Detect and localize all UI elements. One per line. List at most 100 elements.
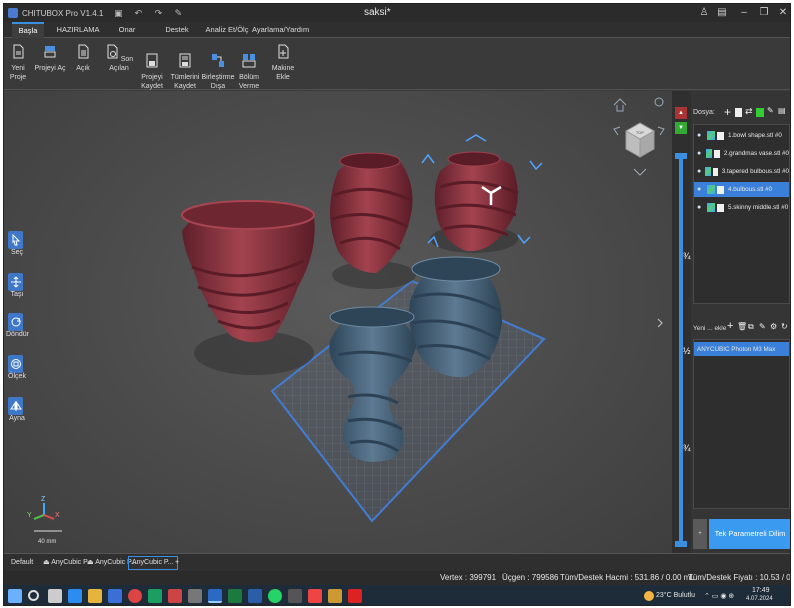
settings-printer-icon[interactable]: ⚙ — [770, 322, 777, 331]
file-item[interactable]: ● 5.skinny middle.stl #0 — [694, 200, 789, 215]
tray-icons[interactable]: ⌃ ▭ ◉ ⊕ — [704, 592, 734, 600]
tab-analiz[interactable]: Analiz Et/Ölç — [204, 22, 250, 38]
save-project-button[interactable]: Projeyi Kaydet — [138, 44, 166, 91]
slider-top-handle[interactable] — [675, 153, 687, 159]
split-icon — [242, 54, 256, 68]
file-item[interactable]: ● 2.grandmas vase.stl #0 — [694, 146, 789, 161]
add-machine-button[interactable]: Makine Ekle — [266, 44, 300, 82]
color-swatch — [717, 203, 724, 212]
bowl-shape-model[interactable] — [181, 200, 315, 343]
refresh-icon[interactable]: ↻ — [781, 322, 788, 331]
swap-icon[interactable]: ⇄ — [745, 106, 753, 117]
recent-button[interactable]: Son Açılan — [102, 44, 136, 73]
bulbous-model[interactable] — [409, 256, 502, 378]
chitubox-taskbar-icon[interactable] — [208, 589, 222, 603]
close-icon[interactable]: ✕ — [776, 6, 790, 20]
list-icon[interactable]: ▤ — [778, 106, 786, 115]
maximize-icon[interactable]: ❐ — [757, 6, 771, 20]
tab-destek[interactable]: Destek — [160, 22, 194, 38]
3d-viewport[interactable]: TOP Z X Y 40 mm Seç Taşı Döndür Ölçek Ay… — [4, 91, 672, 553]
add-file-icon[interactable]: + — [724, 105, 731, 119]
user-icon[interactable]: ♙ — [697, 6, 711, 20]
rotate-view-left-icon[interactable] — [613, 126, 621, 136]
rotate-tool[interactable]: Döndür — [6, 313, 29, 338]
move-tool[interactable]: Taşı — [6, 273, 28, 298]
edit-printer-icon[interactable]: ✎ — [759, 322, 766, 331]
redo-icon[interactable]: ↷ — [153, 8, 163, 18]
doc-tab-anycubic-3[interactable]: AnyCubic P... — [128, 556, 178, 570]
visibility-icon[interactable]: ● — [697, 168, 702, 175]
rotate-view-right-icon[interactable] — [657, 126, 665, 136]
delete-printer-icon[interactable]: 🗑 — [737, 322, 747, 331]
title-bar: CHITUBOX Pro V1.4.1 ▣ ↶ ↷ ✎ saksi* ♙ ▤ –… — [4, 4, 790, 22]
minimize-icon[interactable]: – — [737, 6, 751, 20]
layer-up-button[interactable]: ▲ — [675, 107, 687, 119]
layer-slider[interactable]: ▲ ▼ ¾ ½ ¾ — [672, 91, 691, 553]
grandmas-vase-model[interactable] — [330, 152, 413, 273]
open-button[interactable]: Açık — [70, 44, 96, 73]
add-printer-icon[interactable]: + — [727, 320, 733, 332]
visibility-icon[interactable]: ● — [697, 186, 704, 193]
file-item[interactable]: ● 1.bowl shape.stl #0 — [694, 128, 789, 143]
add-tab-icon[interactable]: + — [172, 556, 182, 570]
weather-text[interactable]: 23°C Bulutlu — [656, 592, 695, 599]
file-item[interactable]: ● 3.tapered bulbous.stl #0 — [694, 164, 789, 179]
tab-basla[interactable]: Başla — [12, 22, 44, 38]
ribbon-label: Tümlerini Kaydet — [170, 74, 200, 90]
axis-y-label: Y — [27, 512, 32, 519]
split-button[interactable]: Bölüm Verme — [236, 44, 262, 91]
select-tool[interactable]: Seç — [6, 231, 28, 256]
blank-file-icon[interactable] — [735, 108, 742, 117]
excel-icon[interactable] — [228, 589, 242, 603]
eye-view-icon[interactable] — [654, 97, 664, 107]
scale-tool[interactable]: Ölçek — [6, 355, 28, 380]
clock-time[interactable]: 17:49 — [752, 587, 770, 594]
view-cube[interactable]: TOP — [624, 122, 656, 158]
slice-button[interactable]: Tek Parametreli Dilim — [709, 519, 790, 549]
new-project-button[interactable]: Yeni Proje — [4, 44, 32, 82]
mirror-tool[interactable]: Ayna — [6, 397, 28, 422]
app-icon[interactable] — [288, 589, 302, 603]
undo-icon[interactable]: ↶ — [133, 8, 143, 18]
slider-bottom-handle[interactable] — [675, 541, 687, 547]
file-explorer-icon[interactable] — [88, 589, 102, 603]
visibility-icon[interactable]: ● — [697, 132, 704, 139]
save-all-button[interactable]: Tümlerini Kaydet — [170, 44, 200, 91]
layer-down-button[interactable]: ▼ — [675, 122, 687, 134]
save-icon[interactable]: ▣ — [113, 8, 123, 18]
pdf-icon[interactable] — [308, 589, 322, 603]
export-icon[interactable] — [756, 108, 764, 117]
app-icon[interactable] — [188, 589, 202, 603]
visibility-icon[interactable]: ● — [697, 150, 703, 157]
doc-tab-default[interactable]: Default — [8, 556, 36, 570]
start-icon[interactable] — [8, 589, 22, 603]
open-project-button[interactable]: Projeyi Aç — [34, 44, 66, 73]
tab-onar[interactable]: Onar — [112, 22, 142, 38]
copy-printer-icon[interactable]: ⧉ — [748, 322, 754, 332]
settings-icon[interactable]: ▤ — [715, 6, 729, 20]
rotate-view-down-icon[interactable] — [633, 168, 647, 176]
file-item-selected[interactable]: ● 4.bulbous.stl #0 — [694, 182, 789, 197]
pin-icon[interactable]: ✎ — [173, 8, 183, 18]
weather-icon[interactable] — [644, 591, 654, 601]
store-icon[interactable] — [108, 589, 122, 603]
tab-hazirlama[interactable]: HAZIRLAMA — [56, 22, 100, 38]
visibility-icon[interactable]: ● — [697, 204, 704, 211]
red-app-icon[interactable] — [168, 589, 182, 603]
edit-icon[interactable]: ✎ — [767, 106, 774, 115]
printer-item-selected[interactable]: ANYCUBIC Photon M3 Max — [694, 342, 789, 356]
search-icon[interactable] — [28, 590, 39, 601]
slice-options-button[interactable]: + — [693, 519, 707, 549]
whatsapp-icon[interactable] — [268, 589, 282, 603]
panel-expand-icon[interactable] — [657, 318, 663, 328]
task-view-icon[interactable] — [48, 589, 62, 603]
app-icon[interactable] — [328, 589, 342, 603]
home-view-icon[interactable] — [613, 98, 627, 112]
green-app-icon[interactable] — [148, 589, 162, 603]
tab-ayarlama[interactable]: Ayarlama/Yardım — [252, 22, 309, 38]
app-icon[interactable] — [348, 589, 362, 603]
edge-icon[interactable] — [68, 589, 82, 603]
chrome-icon[interactable] — [128, 589, 142, 603]
word-icon[interactable] — [248, 589, 262, 603]
clock-date[interactable]: 4.07.2024 — [746, 596, 773, 602]
